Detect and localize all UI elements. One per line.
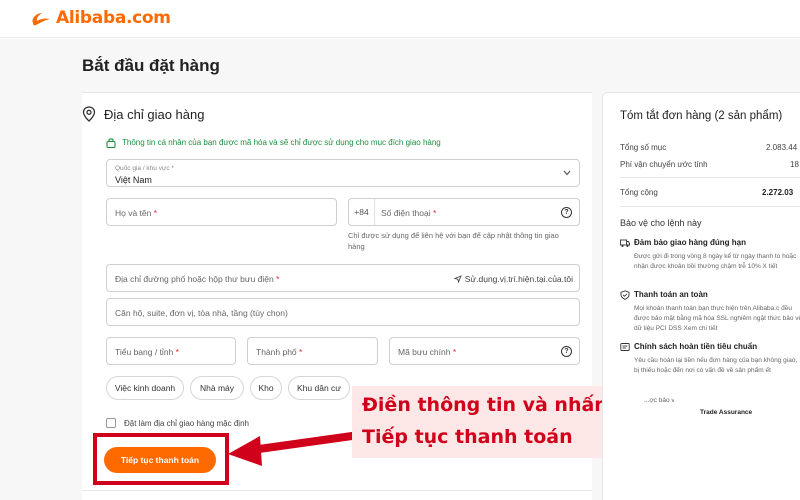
full-name-input[interactable]: Họ và tên * bbox=[106, 198, 337, 226]
phone-input[interactable]: +84 Số điện thoại * ? bbox=[348, 198, 580, 226]
default-address-row: Đặt làm địa chỉ giao hàng mặc định bbox=[106, 418, 249, 428]
privacy-notice-text: Thông tin cá nhân của bạn được mã hóa và… bbox=[122, 138, 441, 147]
protection-title: Bảo vệ cho lệnh này bbox=[620, 218, 702, 228]
brand-name: Alibaba.com bbox=[56, 8, 171, 28]
chevron-down-icon bbox=[563, 170, 571, 176]
city-input[interactable]: Thành phố * bbox=[247, 337, 378, 365]
protection-item-desc: Được gửi đi trong vòng 8 ngày kể từ ngày… bbox=[634, 253, 797, 270]
default-address-checkbox[interactable] bbox=[106, 418, 116, 428]
use-location-label: Sử.dụng.vị.trí.hiện.tại.của.tôi bbox=[464, 274, 573, 284]
summary-row-items-value: 2.083.44 bbox=[766, 143, 798, 152]
street-address-input[interactable]: Địa chỉ đường phố hoặc hộp thư bưu điện … bbox=[106, 264, 580, 292]
apartment-placeholder: Căn hộ, suite, đơn vị, tòa nhà, tầng (tù… bbox=[115, 308, 288, 318]
address-type-factory[interactable]: Nhà máy bbox=[190, 376, 244, 400]
summary-title: Tóm tắt đơn hàng (2 sản phẩm) bbox=[620, 110, 783, 122]
alibaba-logo[interactable]: Alibaba.com bbox=[30, 8, 171, 28]
address-type-business[interactable]: Việc kinh doanh bbox=[106, 376, 184, 400]
country-value: Việt Nam bbox=[115, 175, 152, 185]
summary-row-shipping-value: 18 bbox=[790, 160, 799, 169]
required-mark: * bbox=[175, 347, 179, 357]
lock-icon bbox=[106, 138, 116, 148]
use-location-link[interactable]: Sử.dụng.vị.trí.hiện.tại.của.tôi bbox=[453, 274, 573, 284]
page-title: Bắt đầu đặt hàng bbox=[82, 56, 220, 75]
instruction-callout: Điền thông tin và nhấn Tiếp tục thanh to… bbox=[352, 386, 644, 458]
pointer-arrow-icon bbox=[228, 432, 356, 466]
refund-icon bbox=[620, 343, 630, 351]
protection-item-title: Chính sách hoàn tiền tiêu chuẩn bbox=[634, 342, 758, 351]
summary-footer-note: ...ợc bảo vệ tất cả các đơn hàng bạn đặt… bbox=[644, 397, 674, 404]
postal-placeholder: Mã bưu chính bbox=[398, 347, 451, 357]
city-placeholder: Thành phố bbox=[256, 347, 297, 357]
required-mark: * bbox=[299, 347, 303, 357]
summary-row-items-label: Tổng số mục bbox=[620, 143, 667, 152]
section-title: Địa chỉ giao hàng bbox=[104, 106, 205, 122]
continue-payment-button[interactable]: Tiếp tục thanh toán bbox=[104, 447, 216, 473]
required-mark: * bbox=[276, 274, 280, 284]
navigation-arrow-icon bbox=[453, 275, 463, 284]
protection-item-desc: Mọi khoản thanh toán bạn thực hiện trên … bbox=[634, 305, 800, 332]
protection-item-title: Đảm bảo giao hàng đúng hạn bbox=[634, 238, 746, 247]
protection-item-title: Thanh toán an toàn bbox=[634, 290, 708, 299]
phone-hint: Chỉ được sử dụng để liên hệ với bạn để c… bbox=[348, 231, 559, 251]
country-select[interactable]: Quốc gia / khu vực * Việt Nam bbox=[106, 159, 580, 187]
required-mark: * bbox=[153, 208, 158, 218]
default-address-label: Đặt làm địa chỉ giao hàng mặc định bbox=[124, 418, 249, 428]
phone-prefix: +84 bbox=[349, 199, 375, 225]
callout-line-2: Tiếp tục thanh toán bbox=[362, 426, 573, 448]
address-type-residential[interactable]: Khu dân cư bbox=[288, 376, 350, 400]
truck-icon bbox=[620, 239, 630, 247]
privacy-notice: Thông tin cá nhân của bạn được mã hóa và… bbox=[106, 137, 441, 148]
state-placeholder: Tiểu bang / tỉnh bbox=[115, 347, 174, 357]
country-label: Quốc gia / khu vực * bbox=[115, 165, 174, 172]
help-icon[interactable]: ? bbox=[561, 207, 572, 218]
state-input[interactable]: Tiểu bang / tỉnh * bbox=[106, 337, 236, 365]
phone-placeholder: Số điện thoại bbox=[381, 208, 431, 218]
help-icon[interactable]: ? bbox=[561, 346, 572, 357]
address-section-header: Địa chỉ giao hàng bbox=[82, 106, 204, 122]
summary-total-value: 2.272.03 bbox=[762, 188, 794, 197]
address-type-warehouse[interactable]: Kho bbox=[250, 376, 282, 400]
required-mark: * bbox=[433, 208, 437, 218]
summary-total-label: Tổng cộng bbox=[620, 188, 658, 197]
location-pin-icon bbox=[82, 106, 96, 122]
summary-divider bbox=[620, 177, 800, 178]
alibaba-logo-icon bbox=[32, 13, 50, 26]
protection-item-desc: Yêu cầu hoàn lại tiền nếu đơn hàng của b… bbox=[634, 357, 798, 374]
full-name-placeholder: Họ và tên bbox=[115, 208, 152, 218]
summary-divider bbox=[620, 206, 800, 207]
bottom-divider bbox=[82, 490, 592, 491]
callout-line-1: Điền thông tin và nhấn bbox=[362, 394, 608, 416]
street-placeholder: Địa chỉ đường phố hoặc hộp thư bưu điện bbox=[115, 274, 274, 284]
required-mark: * bbox=[452, 347, 457, 357]
shield-icon bbox=[620, 290, 630, 300]
trade-assurance-label: Trade Assurance bbox=[700, 409, 753, 416]
summary-row-shipping-label: Phí vận chuyển ước tính bbox=[620, 160, 708, 169]
top-bar: Alibaba.com bbox=[0, 0, 800, 38]
apartment-input[interactable]: Căn hộ, suite, đơn vị, tòa nhà, tầng (tù… bbox=[106, 298, 580, 326]
postal-code-input[interactable]: Mã bưu chính * ? bbox=[389, 337, 580, 365]
